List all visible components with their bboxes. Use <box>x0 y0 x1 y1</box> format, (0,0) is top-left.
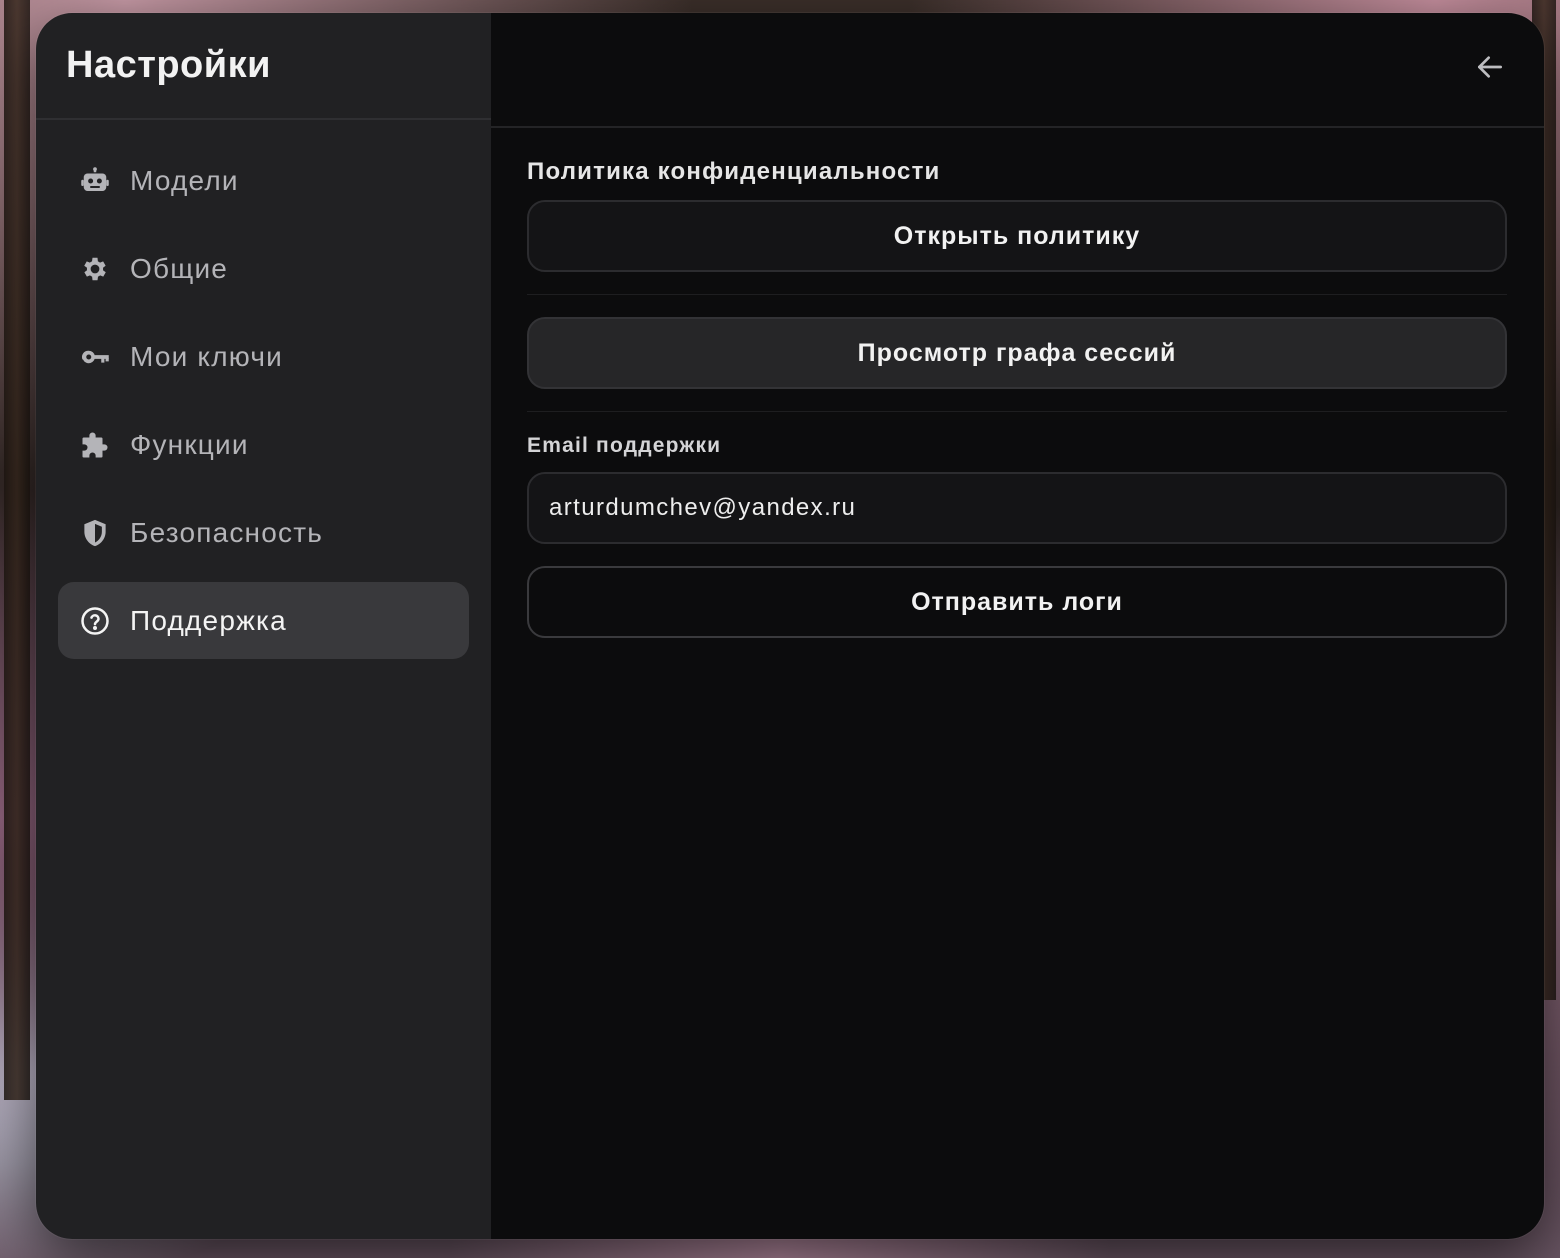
sidebar-nav: Модели Общие Мои ключи Функции Безопасно… <box>36 120 491 670</box>
key-icon <box>78 340 112 374</box>
support-email-field[interactable] <box>527 472 1507 544</box>
sidebar-item-label: Общие <box>130 252 229 284</box>
sidebar: Настройки Модели Общие Мои ключи Функции… <box>36 13 491 1239</box>
shield-icon <box>78 516 112 550</box>
background-tree <box>4 0 30 1100</box>
sidebar-item-security[interactable]: Безопасность <box>58 494 469 571</box>
sidebar-item-features[interactable]: Функции <box>58 406 469 483</box>
sidebar-header: Настройки <box>36 13 491 120</box>
sidebar-item-general[interactable]: Общие <box>58 230 469 307</box>
divider <box>527 294 1507 295</box>
send-logs-button[interactable]: Отправить логи <box>527 566 1507 638</box>
arrow-left-icon <box>1474 51 1506 83</box>
main-panel: Политика конфиденциальности Открыть поли… <box>491 13 1544 1239</box>
divider <box>527 411 1507 412</box>
settings-window: Настройки Модели Общие Мои ключи Функции… <box>36 13 1544 1239</box>
main-header <box>491 13 1544 128</box>
puzzle-icon <box>78 428 112 462</box>
sidebar-item-label: Поддержка <box>130 604 287 636</box>
page-title: Настройки <box>66 44 271 86</box>
sidebar-item-label: Мои ключи <box>130 340 283 372</box>
sidebar-item-support[interactable]: Поддержка <box>58 582 469 659</box>
privacy-section-label: Политика конфиденциальности <box>527 158 941 185</box>
sidebar-item-label: Функции <box>130 428 249 460</box>
sidebar-item-label: Безопасность <box>130 516 324 548</box>
support-content: Политика конфиденциальности Открыть поли… <box>491 128 1544 638</box>
support-email-label: Email поддержки <box>527 434 722 457</box>
sidebar-item-models[interactable]: Модели <box>58 142 469 219</box>
back-button[interactable] <box>1470 47 1510 87</box>
session-graph-button[interactable]: Просмотр графа сессий <box>527 317 1507 389</box>
help-circle-icon <box>78 604 112 638</box>
robot-icon <box>78 164 112 198</box>
sidebar-item-label: Модели <box>130 164 239 196</box>
open-policy-button[interactable]: Открыть политику <box>527 200 1507 272</box>
sidebar-item-my-keys[interactable]: Мои ключи <box>58 318 469 395</box>
gear-icon <box>78 252 112 286</box>
